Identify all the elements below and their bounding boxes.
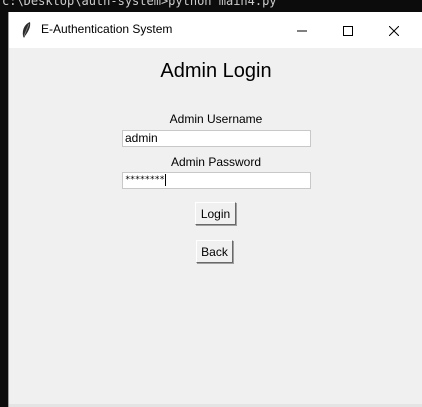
- page-title: Admin Login: [160, 60, 272, 82]
- terminal-command-text: c:\Desktop\auth-system>python main4.py: [2, 0, 277, 8]
- minimize-button[interactable]: [279, 12, 325, 48]
- window-title: E-Authentication System: [41, 22, 173, 36]
- text-caret: [165, 173, 167, 186]
- password-input[interactable]: ********: [122, 172, 311, 189]
- username-label: Admin Username: [169, 112, 263, 126]
- login-form: Admin Login Admin Username admin Admin P…: [9, 48, 422, 407]
- password-mask: ********: [125, 175, 165, 185]
- terminal-background: c:\Desktop\auth-system>python main4.py: [0, 0, 422, 12]
- title-bar[interactable]: E-Authentication System: [9, 12, 422, 48]
- password-label: Admin Password: [170, 155, 262, 169]
- login-button[interactable]: Login: [195, 202, 236, 225]
- username-input[interactable]: admin: [122, 130, 311, 147]
- feather-icon: [19, 21, 35, 39]
- maximize-button[interactable]: [325, 12, 371, 48]
- close-button[interactable]: [371, 12, 417, 48]
- close-icon: [388, 21, 400, 40]
- back-button[interactable]: Back: [196, 240, 233, 263]
- minimize-icon: [297, 21, 307, 40]
- app-window: E-Authentication System Admin Login Admi…: [8, 12, 422, 407]
- maximize-icon: [343, 21, 353, 40]
